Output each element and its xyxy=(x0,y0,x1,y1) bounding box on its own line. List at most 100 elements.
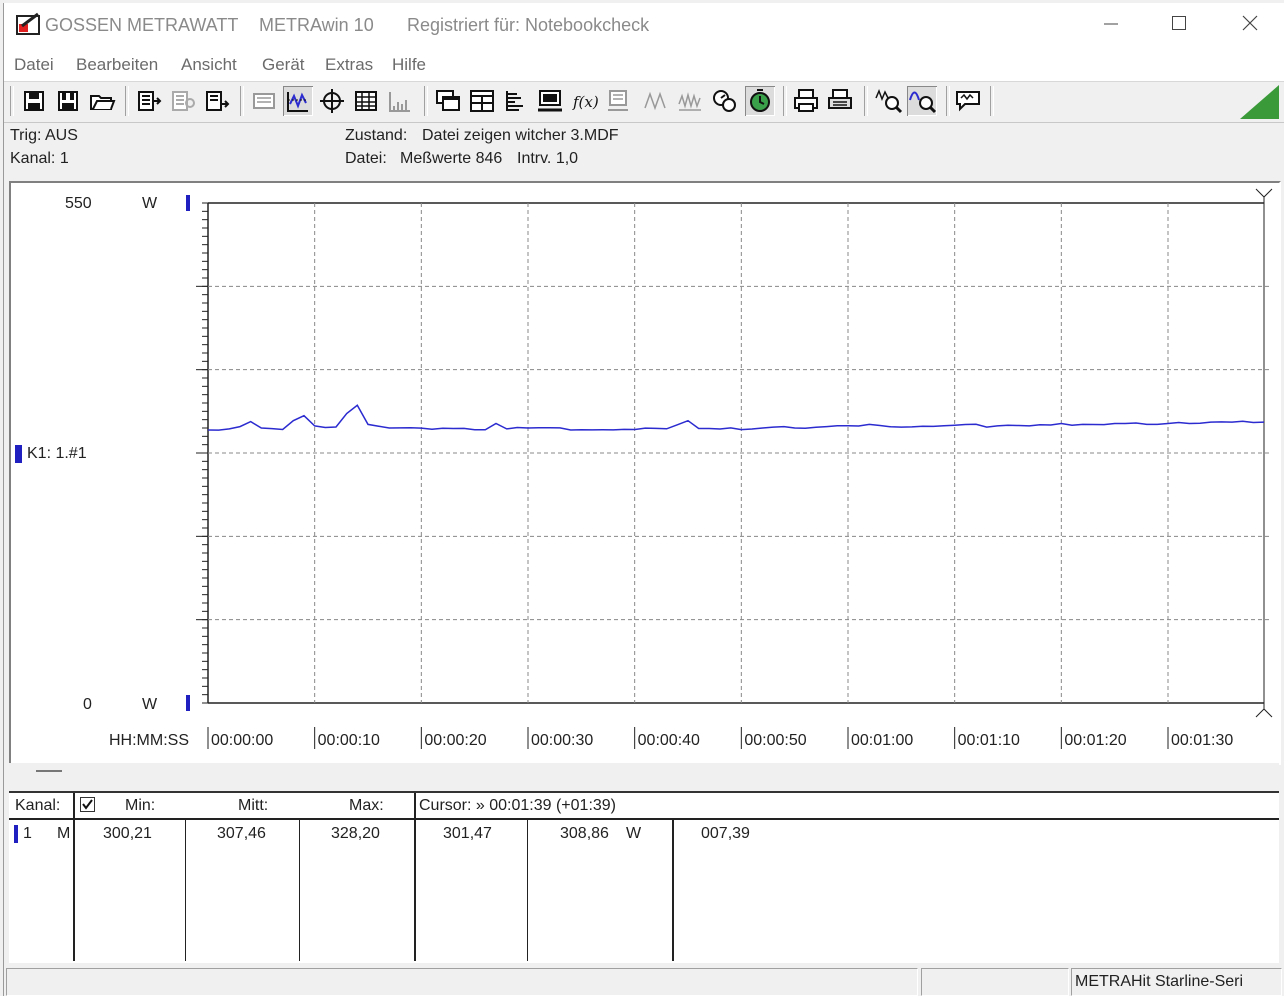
device-read-button[interactable] xyxy=(133,86,163,116)
speech-bubble-icon xyxy=(956,91,980,112)
data-list-icon xyxy=(506,91,523,111)
menu-hilfe[interactable]: Hilfe xyxy=(392,55,426,75)
toolbar-separator xyxy=(125,86,129,116)
maximize-button[interactable] xyxy=(1164,11,1194,39)
state-label: Zustand: xyxy=(345,127,408,144)
table-view-button[interactable] xyxy=(351,86,381,116)
minimize-button[interactable] xyxy=(1096,11,1126,39)
app-window: GOSSEN METRAWATT METRAwin 10 Registriert… xyxy=(3,3,1284,996)
chart-panel[interactable]: 550 W 0 W K1: 1.#1 HH:MM:SS 00:00:00 00:0… xyxy=(9,181,1281,765)
text-view-button[interactable] xyxy=(249,86,279,116)
brand-title: GOSSEN METRAWATT xyxy=(45,15,239,35)
window-tile-button[interactable] xyxy=(467,86,497,116)
maximize-icon xyxy=(1172,16,1186,30)
header-divider xyxy=(9,818,1279,820)
menu-bearbeiten[interactable]: Bearbeiten xyxy=(76,55,158,75)
function-button[interactable]: f(x) xyxy=(569,86,599,116)
save-as-button[interactable] xyxy=(53,86,83,116)
record-timer-button[interactable] xyxy=(745,86,775,116)
statistics-table: Kanal: Min: Mitt: Max: Cursor: » 00:01:3… xyxy=(9,791,1279,963)
device-send-icon xyxy=(206,91,230,111)
column-divider xyxy=(299,819,300,961)
row-cursor-value2: 308,86 xyxy=(560,825,609,842)
wave-button[interactable] xyxy=(675,86,705,116)
wave-icon xyxy=(678,92,701,111)
x-tick-label: 00:00:40 xyxy=(638,732,700,749)
row-min: 300,21 xyxy=(103,825,152,842)
toolbar-separator xyxy=(864,86,868,116)
menu-geraet[interactable]: Gerät xyxy=(262,55,305,75)
trigger-status: Trig: AUS xyxy=(10,127,78,144)
panel-splitter[interactable] xyxy=(9,763,1279,785)
comment-button[interactable] xyxy=(953,86,983,116)
column-divider xyxy=(527,819,528,961)
column-divider xyxy=(414,793,416,961)
data-list-button[interactable] xyxy=(501,86,531,116)
svg-text:f(x): f(x) xyxy=(572,93,599,111)
crosshair-button[interactable] xyxy=(317,86,347,116)
zoom-button[interactable] xyxy=(907,86,937,116)
window-cascade-button[interactable] xyxy=(433,86,463,116)
save-disk-icon xyxy=(24,91,44,111)
close-button[interactable] xyxy=(1235,11,1265,39)
open-file-button[interactable] xyxy=(87,86,117,116)
window-cascade-icon xyxy=(436,90,460,111)
header-mitt: Mitt: xyxy=(238,797,269,814)
x-tick-label: 00:00:00 xyxy=(211,732,273,749)
save-file-button[interactable] xyxy=(19,86,49,116)
registered-title: Registriert für: Notebookcheck xyxy=(407,15,650,35)
info-bar: Trig: AUS Kanal: 1 Zustand: Datei zeigen… xyxy=(4,121,1284,181)
toolbar-separator xyxy=(990,86,994,116)
x-tick-label: 00:01:00 xyxy=(851,732,913,749)
graph-view-button[interactable] xyxy=(283,86,313,116)
interval-value: Intrv. 1,0 xyxy=(517,150,579,167)
device-disabled-button[interactable] xyxy=(167,86,197,116)
y-bottom-marker xyxy=(186,695,190,711)
menu-datei[interactable]: Datei xyxy=(14,55,54,75)
status-pane-middle xyxy=(921,968,1069,996)
toolbar-separator xyxy=(240,86,244,116)
toolbar-separator xyxy=(10,86,14,116)
zoom-in-button[interactable] xyxy=(873,86,903,116)
column-divider xyxy=(672,819,674,961)
splitter-grip xyxy=(36,770,62,772)
signal-icon xyxy=(644,91,666,111)
bar-view-button[interactable] xyxy=(385,86,415,116)
printer-icon xyxy=(828,89,852,109)
toolbar-separator xyxy=(946,86,950,116)
x-tick-label: 00:01:10 xyxy=(958,732,1020,749)
title-bar[interactable]: GOSSEN METRAWATT METRAwin 10 Registriert… xyxy=(4,3,1284,47)
header-kanal: Kanal: xyxy=(15,797,61,814)
status-pane-main xyxy=(6,968,918,996)
computer-button[interactable] xyxy=(535,86,565,116)
print-button[interactable] xyxy=(825,86,855,116)
zoom-wave-icon xyxy=(909,91,937,114)
window-tile-icon xyxy=(470,90,494,112)
crosshair-icon xyxy=(320,89,344,113)
app-title: METRAwin 10 xyxy=(259,15,374,35)
row-max: 328,20 xyxy=(331,825,380,842)
measure-settings-button[interactable] xyxy=(709,86,739,116)
row-extra: 007,39 xyxy=(701,825,750,842)
menu-extras[interactable]: Extras xyxy=(325,55,373,75)
graph-view-icon xyxy=(287,92,308,112)
x-tick-label: 00:00:20 xyxy=(424,732,486,749)
print-preview-button[interactable] xyxy=(791,86,821,116)
measurement-count: Meßwerte 846 xyxy=(400,150,503,167)
show-checkbox[interactable] xyxy=(80,797,95,812)
timer-icon xyxy=(750,89,770,112)
line-chart[interactable]: 00:00:00 00:00:10 00:00:20 00:00:30 00:00:40… xyxy=(11,183,1279,763)
toolbar-separator xyxy=(424,86,428,116)
x-tick-label: 00:00:10 xyxy=(318,732,380,749)
header-max: Max: xyxy=(349,797,384,814)
row-mitt: 307,46 xyxy=(217,825,266,842)
right-top-marker xyxy=(1255,188,1273,203)
header-min: Min: xyxy=(125,797,156,814)
printer-device-button[interactable] xyxy=(603,86,633,116)
x-tick-label: 00:00:30 xyxy=(531,732,593,749)
menu-ansicht[interactable]: Ansicht xyxy=(181,55,237,75)
row-cursor-value: 301,47 xyxy=(443,825,492,842)
x-tick-label: 00:01:30 xyxy=(1171,732,1233,749)
signal-button[interactable] xyxy=(641,86,671,116)
device-send-button[interactable] xyxy=(201,86,231,116)
